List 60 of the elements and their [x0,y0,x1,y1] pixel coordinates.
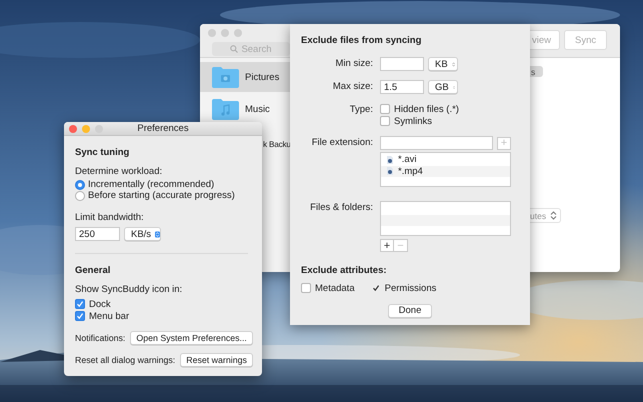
radio-label: Before starting (accurate progress) [88,190,235,201]
checkbox-label: Symlinks [394,116,432,126]
zoom-button[interactable] [234,29,242,37]
size-field[interactable] [380,57,424,71]
checkbox[interactable] [380,104,390,114]
zoom-button[interactable] [95,125,103,133]
checkbox-label: Hidden files (.*) [394,104,459,114]
minimize-button[interactable] [82,125,90,133]
sidebar-item[interactable]: Pictures [200,62,290,92]
checkbox[interactable] [301,283,311,293]
field-label: File extension: [310,136,373,150]
checkbox[interactable] [380,116,390,126]
reset-warnings-button[interactable]: Reset warnings [180,352,253,366]
size-field[interactable]: 1.5 [380,80,424,94]
tag-label: s [530,66,544,77]
field-label: Max size: [332,80,373,94]
sheet-title: Exclude files from syncing [301,35,422,47]
checkbox-label: Menu bar [89,310,130,322]
unit-popup[interactable]: KB [428,57,458,71]
list-item[interactable]: *.avi [381,154,510,166]
checkbox[interactable] [75,299,85,309]
sidebar-item[interactable]: Music [200,97,290,121]
radio-button[interactable] [75,180,85,190]
unit-popup[interactable]: KB/s [124,227,161,241]
stepper-icon [550,210,558,221]
field-label: Determine workload: [75,166,164,178]
section-heading: General [75,265,112,277]
checkbox[interactable] [75,311,85,321]
checkbox-label: Permissions [384,282,436,294]
extension-field[interactable] [380,136,493,150]
field-label: Files & folders: [309,201,373,215]
field-label: Reset all dialog warnings: [75,354,176,366]
close-button[interactable] [69,125,77,133]
radio-label: Incrementally (recommended) [88,179,214,190]
checkbox-label: Metadata [315,282,355,294]
field-label: Notifications: [75,332,126,344]
field-label: Min size: [334,57,373,71]
sidebar-item[interactable]: k Backu [263,140,291,149]
radio-button[interactable] [75,190,85,200]
section-heading: Sync tuning [75,147,130,159]
minimize-button[interactable] [221,29,229,37]
camera-folder-icon [212,66,239,88]
section-heading: Exclude attributes: [301,265,388,277]
open-preferences-button[interactable]: Open System Preferences... [130,330,253,344]
add-button[interactable]: + [380,239,394,252]
field-label: Limit bandwidth: [75,212,145,224]
close-button[interactable] [208,29,216,37]
bandwidth-field[interactable]: 250 [75,227,120,241]
file-icon [387,156,393,164]
field-label: Show SyncBuddy icon in: [75,284,184,296]
field-label: Type: [348,103,373,117]
music-folder-icon [212,98,239,120]
window-title: Preferences [137,123,189,134]
checkbox-label: Dock [89,298,111,310]
search-icon [230,45,238,53]
list-item[interactable]: *.mp4 [381,166,510,177]
file-icon [387,167,393,176]
done-button[interactable]: Done [388,304,432,318]
unit-popup[interactable]: GB [428,80,458,94]
stepper-icon [155,228,160,240]
